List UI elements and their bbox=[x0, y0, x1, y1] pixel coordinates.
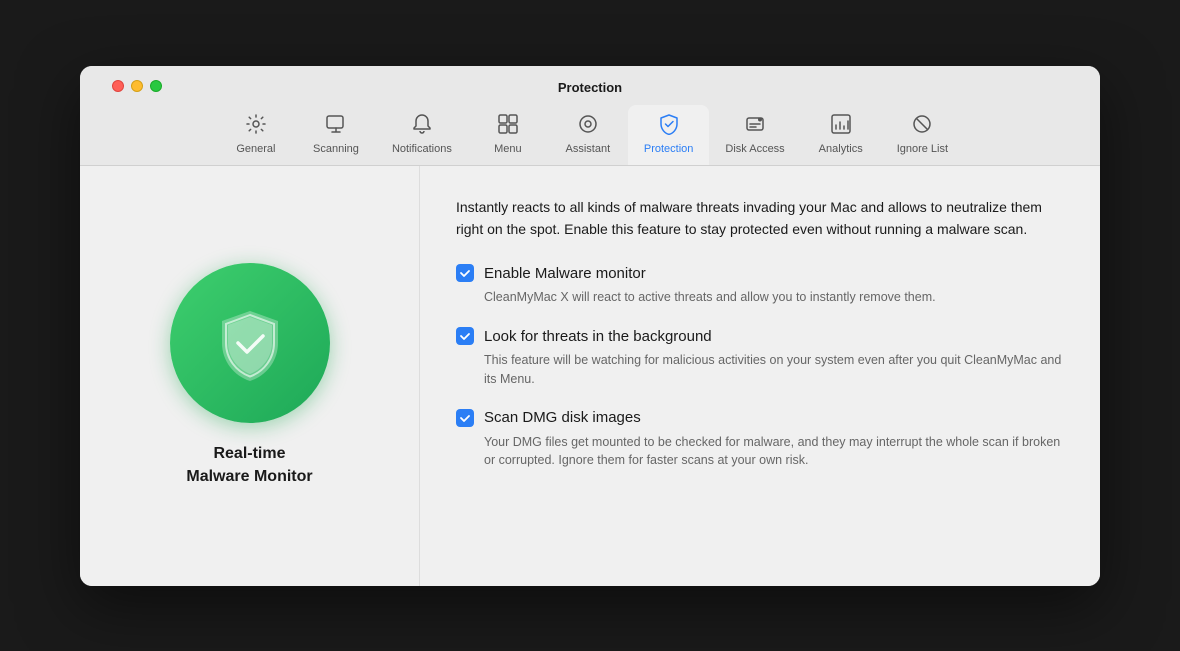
main-window: Protection General bbox=[80, 66, 1100, 586]
option-background-threats-desc: This feature will be watching for malici… bbox=[484, 351, 1064, 389]
content-area: Real-time Malware Monitor Instantly reac… bbox=[80, 166, 1100, 586]
tab-general-label: General bbox=[236, 143, 275, 155]
tab-analytics[interactable]: Analytics bbox=[801, 105, 881, 165]
checkbox-background-threats[interactable] bbox=[456, 327, 474, 345]
titlebar-top: Protection bbox=[96, 80, 1084, 95]
sidebar-feature-title: Real-time Malware Monitor bbox=[186, 443, 312, 488]
tab-general[interactable]: General bbox=[216, 105, 296, 165]
checkbox-enable-malware[interactable] bbox=[456, 264, 474, 282]
tab-disk-access[interactable]: Disk Access bbox=[709, 105, 800, 165]
option-scan-dmg: Scan DMG disk images Your DMG files get … bbox=[456, 409, 1064, 471]
ignore-list-icon bbox=[911, 113, 933, 139]
option-enable-malware-desc: CleanMyMac X will react to active threat… bbox=[484, 288, 1064, 307]
close-button[interactable] bbox=[112, 80, 124, 92]
minimize-button[interactable] bbox=[131, 80, 143, 92]
analytics-icon bbox=[830, 113, 852, 139]
traffic-lights bbox=[112, 80, 162, 92]
tab-ignore-list[interactable]: Ignore List bbox=[881, 105, 964, 165]
assistant-icon bbox=[577, 113, 599, 139]
menu-icon bbox=[497, 113, 519, 139]
option-enable-malware: Enable Malware monitor CleanMyMac X will… bbox=[456, 264, 1064, 307]
shield-circle bbox=[170, 263, 330, 423]
sidebar: Real-time Malware Monitor bbox=[80, 166, 420, 586]
option-scan-dmg-title: Scan DMG disk images bbox=[484, 409, 641, 426]
fullscreen-button[interactable] bbox=[150, 80, 162, 92]
option-background-threats-header: Look for threats in the background bbox=[456, 327, 1064, 345]
tab-protection-label: Protection bbox=[644, 143, 694, 155]
tab-scanning-label: Scanning bbox=[313, 143, 359, 155]
main-content-panel: Instantly reacts to all kinds of malware… bbox=[420, 166, 1100, 586]
tab-assistant-label: Assistant bbox=[566, 143, 611, 155]
option-background-threats: Look for threats in the background This … bbox=[456, 327, 1064, 389]
titlebar: Protection General bbox=[80, 66, 1100, 166]
tab-notifications-label: Notifications bbox=[392, 143, 452, 155]
general-icon bbox=[245, 113, 267, 139]
checkbox-scan-dmg[interactable] bbox=[456, 409, 474, 427]
tab-ignore-list-label: Ignore List bbox=[897, 143, 948, 155]
disk-access-icon bbox=[744, 113, 766, 139]
tab-notifications[interactable]: Notifications bbox=[376, 105, 468, 165]
scanning-icon bbox=[325, 113, 347, 139]
option-scan-dmg-desc: Your DMG files get mounted to be checked… bbox=[484, 433, 1064, 471]
option-background-threats-title: Look for threats in the background bbox=[484, 328, 712, 345]
option-enable-malware-title: Enable Malware monitor bbox=[484, 265, 646, 282]
tab-menu[interactable]: Menu bbox=[468, 105, 548, 165]
option-enable-malware-header: Enable Malware monitor bbox=[456, 264, 1064, 282]
notifications-icon bbox=[411, 113, 433, 139]
tab-scanning[interactable]: Scanning bbox=[296, 105, 376, 165]
tab-disk-access-label: Disk Access bbox=[725, 143, 784, 155]
tab-assistant[interactable]: Assistant bbox=[548, 105, 628, 165]
tab-protection[interactable]: Protection bbox=[628, 105, 710, 165]
feature-description: Instantly reacts to all kinds of malware… bbox=[456, 196, 1064, 241]
option-scan-dmg-header: Scan DMG disk images bbox=[456, 409, 1064, 427]
tab-analytics-label: Analytics bbox=[819, 143, 863, 155]
tab-menu-label: Menu bbox=[494, 143, 522, 155]
protection-icon bbox=[658, 113, 680, 139]
shield-graphic bbox=[210, 303, 290, 383]
window-title: Protection bbox=[558, 80, 622, 95]
toolbar: General Scanning Notif bbox=[96, 105, 1084, 165]
